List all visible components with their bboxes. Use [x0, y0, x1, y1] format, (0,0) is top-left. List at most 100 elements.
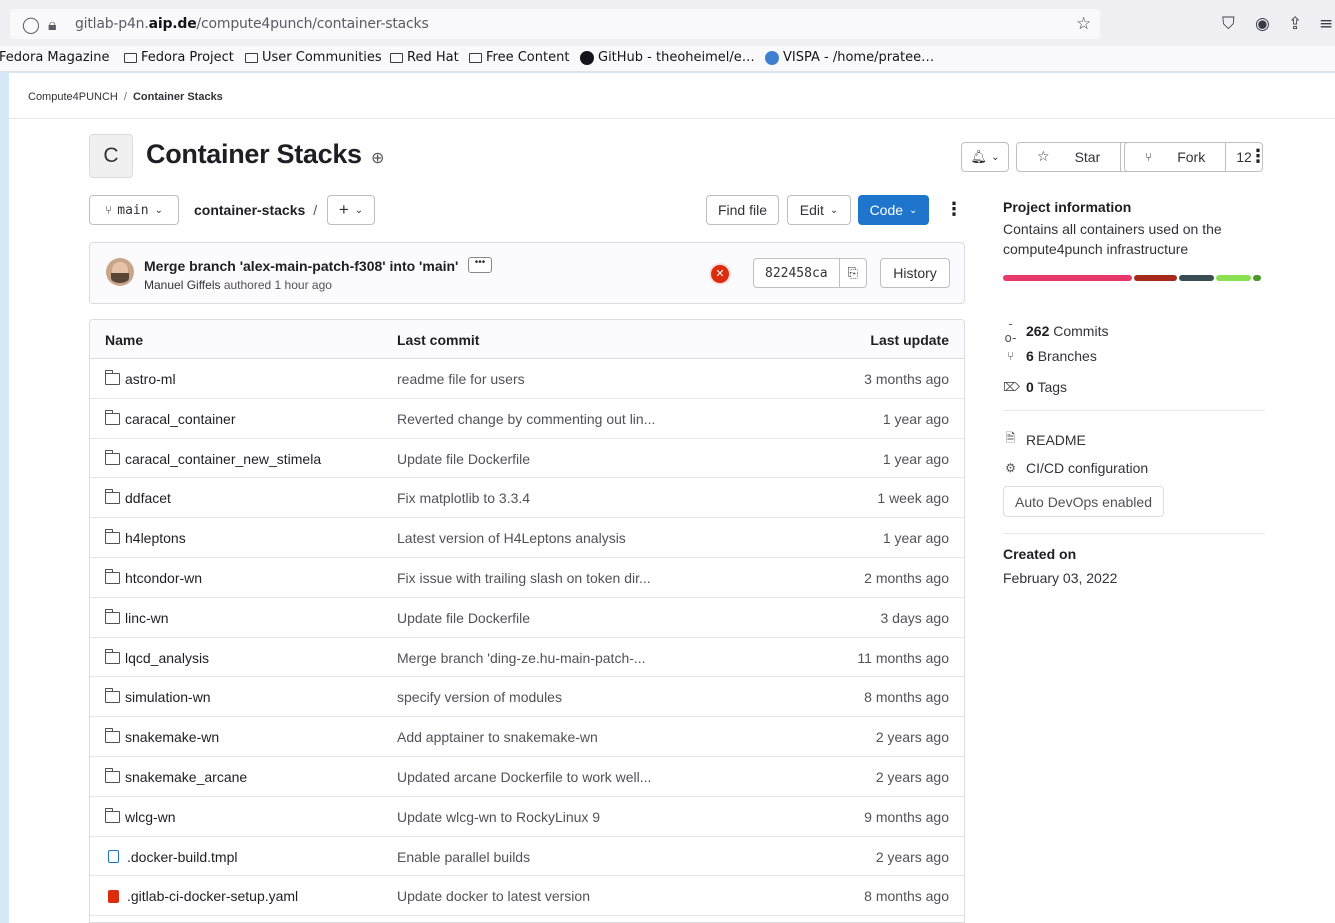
account-icon[interactable]: ◉ — [1255, 14, 1270, 34]
file-name: lqcd_analysis — [125, 649, 210, 666]
table-row[interactable]: linc-wn Update file Dockerfile 3 days ago — [90, 598, 964, 638]
more-actions-icon[interactable]: ⋮ — [945, 199, 963, 220]
last-commit-link[interactable]: Update file Dockerfile — [397, 451, 530, 467]
bookmark-github[interactable]: GitHub - theoheimel/e… — [580, 50, 755, 65]
file-name-link[interactable]: linc-wn — [104, 608, 169, 626]
last-commit-link[interactable]: Reverted change by commenting out lin... — [397, 411, 655, 427]
last-commit-link[interactable]: Merge branch 'ding-ze.hu-main-patch-... — [397, 650, 646, 666]
bookmark-fedora-magazine[interactable]: Fedora Magazine — [0, 50, 110, 65]
fork-button[interactable]: ⑂ Fork — [1125, 143, 1225, 171]
auto-devops-badge[interactable]: Auto DevOps enabled — [1003, 486, 1164, 517]
file-name-link[interactable]: caracal_container — [104, 409, 236, 427]
last-commit-link[interactable]: Enable parallel builds — [397, 849, 530, 865]
last-commit-link[interactable]: Fix matplotlib to 3.3.4 — [397, 490, 530, 506]
more-actions-icon[interactable]: ⋮ — [1249, 146, 1267, 167]
table-row[interactable]: ddfacet Fix matplotlib to 3.3.4 1 week ago — [90, 478, 964, 519]
pipeline-failed-icon[interactable]: ✕ — [711, 265, 729, 283]
last-commit-link[interactable]: Update file Dockerfile — [397, 610, 530, 626]
tags-link[interactable]: ⌦ 0 Tags — [1003, 379, 1067, 395]
file-name-link[interactable]: snakemake-wn — [104, 728, 219, 745]
add-to-tree-button[interactable]: + ⌄ — [327, 195, 375, 225]
bookmark-red-hat[interactable]: Red Hat — [390, 50, 459, 65]
bookmark-vispa[interactable]: VISPA - /home/pratee… — [765, 50, 934, 65]
last-commit-link[interactable]: Updated arcane Dockerfile to work well..… — [397, 769, 651, 785]
readme-link[interactable]: 🗎 README — [1003, 429, 1086, 450]
pocket-icon[interactable]: ⛉ — [1222, 14, 1235, 34]
last-commit-link[interactable]: Fix issue with trailing slash on token d… — [397, 570, 651, 586]
file-name-link[interactable]: ddfacet — [104, 489, 171, 506]
commits-link[interactable]: -o- 262 Commits — [1003, 317, 1109, 345]
file-name-link[interactable]: .docker-build.tmpl — [105, 849, 238, 865]
table-row[interactable]: h4leptons Latest version of H4Leptons ana… — [90, 518, 964, 558]
language-segment[interactable] — [1179, 275, 1215, 281]
extensions-icon[interactable]: ⇪ — [1288, 14, 1302, 34]
find-file-button[interactable]: Find file — [706, 195, 779, 225]
last-commit-link[interactable]: Update docker to latest version — [397, 888, 590, 904]
breadcrumb-group[interactable]: Compute4PUNCH — [28, 91, 118, 103]
table-row[interactable]: caracal_container Reverted change by comm… — [90, 399, 964, 439]
language-segment[interactable] — [1134, 275, 1178, 281]
edit-label: Edit — [799, 202, 824, 218]
commit-expand-button[interactable]: ••• — [468, 257, 492, 273]
table-row[interactable]: .docker-build.tmpl Enable parallel builds… — [90, 837, 964, 877]
commit-sha[interactable]: 822458ca — [754, 259, 839, 287]
file-name-link[interactable]: htcondor-wn — [104, 568, 202, 586]
table-row[interactable]: .gitlab-ci-docker-setup.yaml Update docke… — [90, 876, 964, 917]
commit-title[interactable]: Merge branch 'alex-main-patch-f308' into… — [144, 258, 458, 274]
file-name-link[interactable]: lqcd_analysis — [104, 648, 210, 666]
breadcrumb-current[interactable]: Container Stacks — [133, 91, 223, 103]
table-row[interactable]: htcondor-wn Fix issue with trailing slash… — [90, 558, 964, 598]
file-name-link[interactable]: snakemake_arcane — [104, 767, 247, 785]
last-commit-link[interactable]: specify version of modules — [397, 689, 562, 705]
table-row[interactable]: snakemake-wn Add apptainer to snakemake-w… — [90, 717, 964, 757]
file-name-link[interactable]: h4leptons — [104, 529, 186, 546]
file-name-link[interactable]: astro-ml — [104, 370, 176, 387]
table-row[interactable]: wlcg-wn Update wlcg-wn to RockyLinux 9 9 m… — [90, 797, 964, 837]
commit-author[interactable]: Manuel Giffels — [144, 278, 220, 292]
table-row[interactable]: caracal_container_new_stimela Update file… — [90, 439, 964, 479]
bookmark-user-communities[interactable]: User Communities — [245, 50, 382, 65]
shield-icon[interactable]: ◯ — [22, 15, 40, 34]
file-name-link[interactable]: .gitlab-ci-docker-setup.yaml — [105, 888, 298, 904]
bookmark-star-icon[interactable]: ☆ — [1076, 14, 1091, 34]
bookmark-fedora-project[interactable]: Fedora Project — [124, 50, 234, 65]
cicd-link[interactable]: ⚙ CI/CD configuration — [1003, 460, 1148, 476]
language-segment[interactable] — [1003, 275, 1133, 281]
chevron-down-icon: ⌄ — [154, 204, 163, 216]
browser-toolbar: ◯ 🔒︎ gitlab-p4n.aip.de/compute4punch/con… — [0, 0, 1335, 46]
avatar[interactable] — [106, 258, 134, 286]
url-text[interactable]: gitlab-p4n.aip.de/compute4punch/containe… — [75, 16, 429, 32]
readme-label: README — [1026, 431, 1086, 448]
table-row[interactable]: lqcd_analysis Merge branch 'ding-ze.hu-ma… — [90, 638, 964, 678]
table-row[interactable]: snakemake_arcane Updated arcane Dockerfil… — [90, 757, 964, 797]
last-commit-link[interactable]: Update wlcg-wn to RockyLinux 9 — [397, 809, 600, 825]
last-update: 11 months ago — [857, 649, 949, 666]
project-avatar: C — [89, 134, 133, 178]
file-name-link[interactable]: caracal_container_new_stimela — [104, 449, 321, 467]
branches-link[interactable]: ⑂ 6 Branches — [1003, 348, 1097, 364]
bookmark-free-content[interactable]: Free Content — [469, 50, 569, 65]
code-button[interactable]: Code ⌄ — [858, 195, 929, 225]
language-bar[interactable] — [1003, 275, 1261, 281]
copy-icon[interactable]: ⎘ — [838, 259, 866, 287]
last-commit-link[interactable]: readme file for users — [397, 371, 525, 387]
notifications-button[interactable]: 🔔︎ ⌄ — [961, 142, 1009, 172]
language-segment[interactable] — [1253, 275, 1261, 281]
repo-path[interactable]: container-stacks / — [194, 202, 317, 218]
history-button[interactable]: History — [880, 258, 950, 288]
folder-icon — [104, 529, 120, 545]
edit-button[interactable]: Edit ⌄ — [787, 195, 851, 225]
lock-icon[interactable]: 🔒︎ — [48, 15, 57, 35]
star-button[interactable]: ☆ Star — [1017, 143, 1120, 171]
last-commit-link[interactable]: Latest version of H4Leptons analysis — [397, 530, 626, 546]
branch-selector[interactable]: ⑂ main ⌄ — [89, 195, 179, 225]
table-row[interactable]: simulation-wn specify version of modules 8… — [90, 677, 964, 718]
file-name-link[interactable]: wlcg-wn — [104, 807, 176, 825]
last-commit-link[interactable]: Add apptainer to snakemake-wn — [397, 729, 598, 745]
menu-icon[interactable]: ≡ — [1319, 14, 1333, 34]
folder-icon — [104, 608, 120, 624]
language-segment[interactable] — [1216, 275, 1252, 281]
file-name-link[interactable]: simulation-wn — [104, 688, 211, 705]
fork-label: Fork — [1177, 149, 1206, 165]
table-row[interactable]: astro-ml readme file for users 3 months ag… — [90, 359, 964, 399]
